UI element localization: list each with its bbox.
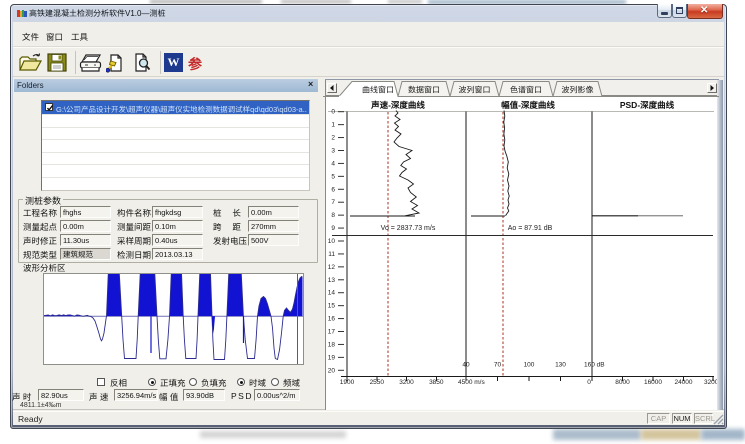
svg-text:19: 19 [328, 354, 336, 361]
svg-text:6: 6 [331, 186, 335, 193]
svg-text:14: 14 [328, 290, 336, 297]
svg-text:13: 13 [328, 277, 336, 284]
svg-text:18: 18 [328, 341, 336, 348]
svg-text:24000: 24000 [674, 379, 692, 386]
svg-text:17: 17 [328, 329, 336, 336]
svg-text:3: 3 [331, 147, 335, 154]
svg-text:PSD-深度曲线: PSD-深度曲线 [620, 100, 675, 110]
svg-text:2: 2 [331, 135, 335, 142]
svg-text:3200: 3200 [399, 379, 414, 386]
svg-text:16: 16 [328, 316, 336, 323]
svg-text:70: 70 [494, 362, 502, 369]
svg-text:160 dB: 160 dB [584, 362, 605, 369]
svg-text:3850: 3850 [429, 379, 444, 386]
svg-text:9: 9 [331, 225, 335, 232]
svg-text:20: 20 [328, 367, 336, 374]
svg-text:130: 130 [555, 362, 566, 369]
svg-text:1900: 1900 [340, 379, 355, 386]
svg-text:幅值-深度曲线: 幅值-深度曲线 [501, 100, 555, 110]
svg-text:4500 m/s: 4500 m/s [458, 379, 485, 386]
svg-text:1: 1 [331, 122, 335, 129]
svg-text:0: 0 [331, 109, 335, 116]
svg-text:7: 7 [331, 199, 335, 206]
svg-text:Ao = 87.91 dB: Ao = 87.91 dB [508, 225, 553, 232]
svg-text:8000: 8000 [615, 379, 630, 386]
svg-text:100: 100 [524, 362, 535, 369]
svg-text:8: 8 [331, 212, 335, 219]
svg-text:11: 11 [328, 251, 335, 258]
svg-text:0: 0 [587, 379, 591, 386]
svg-text:32000: 32000 [704, 379, 717, 386]
svg-text:10: 10 [328, 238, 336, 245]
svg-text:15: 15 [328, 303, 336, 310]
svg-text:2550: 2550 [370, 379, 385, 386]
svg-text:Vo = 2837.73 m/s: Vo = 2837.73 m/s [381, 225, 436, 232]
svg-text:12: 12 [328, 264, 336, 271]
svg-text:5: 5 [331, 173, 335, 180]
svg-text:16000: 16000 [644, 379, 662, 386]
svg-text:声速-深度曲线: 声速-深度曲线 [370, 100, 425, 110]
svg-text:4: 4 [331, 160, 335, 167]
svg-text:40: 40 [462, 362, 470, 369]
